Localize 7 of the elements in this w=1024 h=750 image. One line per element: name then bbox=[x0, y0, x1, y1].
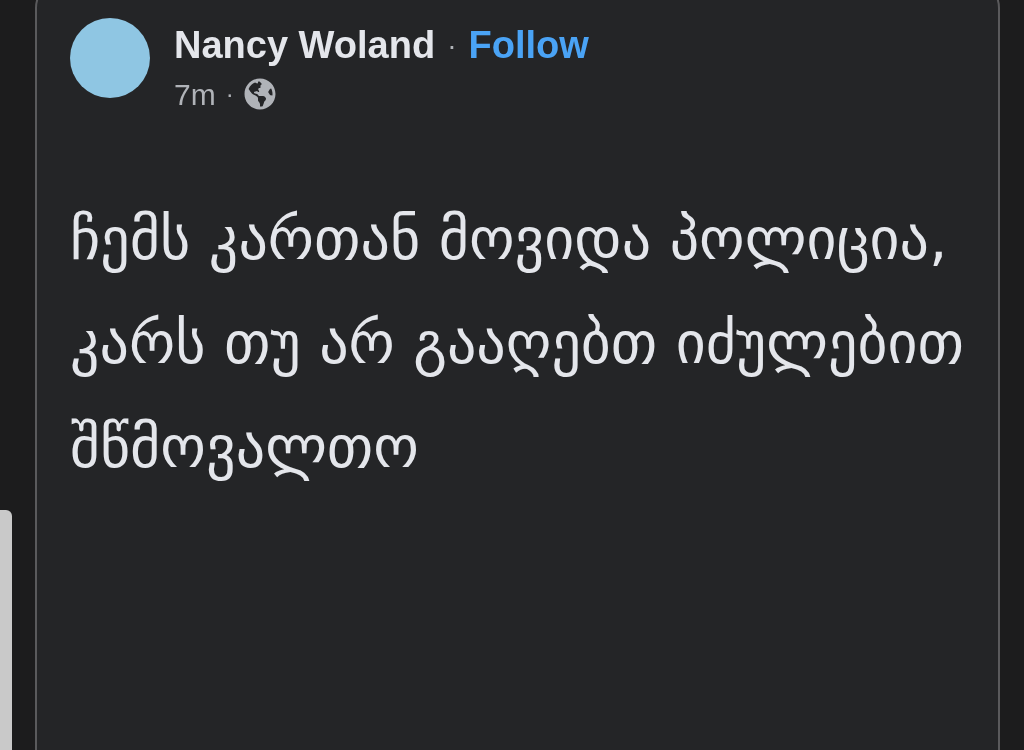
post-text: ჩემს კართან მოვიდა პოლიცია, კარს თუ არ გააღებთ იძულებით შწმოვალთო bbox=[70, 203, 966, 483]
post-time[interactable]: 7m bbox=[174, 71, 216, 117]
separator-dot: · bbox=[447, 28, 457, 63]
author-name[interactable]: Nancy Woland bbox=[174, 22, 436, 70]
follow-link[interactable]: Follow bbox=[468, 22, 589, 70]
time-separator: · bbox=[225, 79, 234, 109]
globe-icon bbox=[243, 78, 276, 110]
